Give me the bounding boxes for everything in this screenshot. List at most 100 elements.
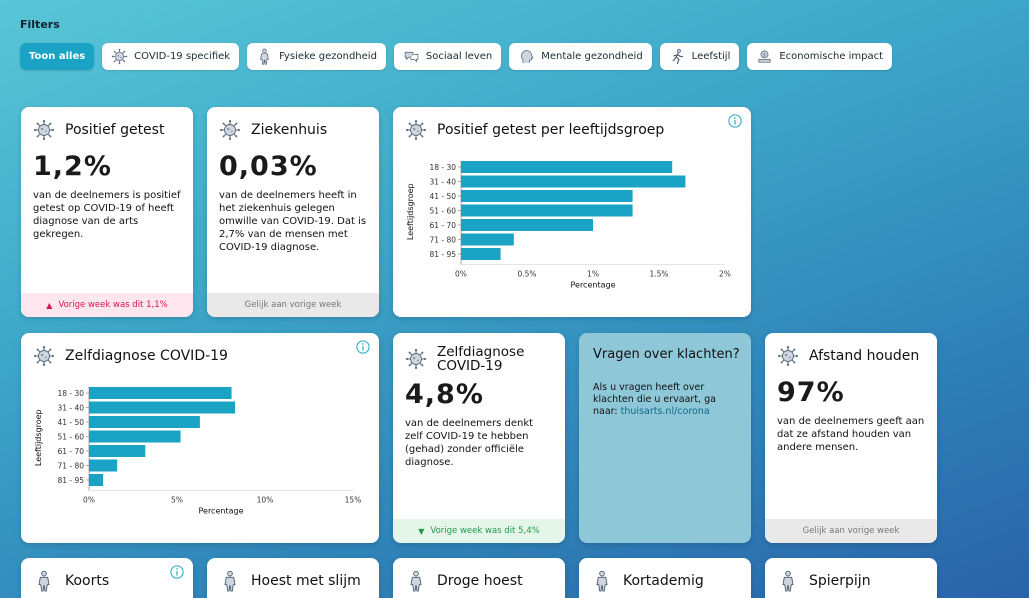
x-tick-label: 1.5% xyxy=(649,270,668,279)
trend-footer: Gelijk aan vorige week xyxy=(765,519,937,543)
filter-covid[interactable]: COVID-19 specifiek xyxy=(102,43,240,70)
y-tick-label: 18 - 30 xyxy=(429,163,456,172)
x-tick-label: 0.5% xyxy=(517,270,536,279)
body-icon xyxy=(33,570,55,592)
runner-icon xyxy=(672,48,683,65)
info-icon[interactable] xyxy=(356,340,370,354)
card-zelfdiagnose: Zelfdiagnose COVID-19 4,8% van de deelnem… xyxy=(393,333,565,543)
bar xyxy=(89,474,104,486)
card-koorts: Koorts xyxy=(21,558,193,598)
bar xyxy=(461,190,633,202)
filter-bar: Toon alles COVID-19 specifiek Fysieke ge… xyxy=(20,43,893,70)
card-afstand: Afstand houden 97% van de deelnemers gee… xyxy=(765,333,937,543)
y-tick-label: 71 - 80 xyxy=(429,236,456,245)
bar xyxy=(89,430,181,443)
trend-text: Gelijk aan vorige week xyxy=(244,300,342,310)
x-tick-label: 15% xyxy=(345,496,362,505)
filter-economisch[interactable]: $ Economische impact xyxy=(747,43,893,70)
bar xyxy=(461,219,593,231)
stat-value: 4,8% xyxy=(405,379,484,410)
y-tick-label: 41 - 50 xyxy=(57,418,84,427)
card-title: Vragen over klachten? xyxy=(593,347,740,362)
y-tick-label: 41 - 50 xyxy=(429,192,456,201)
filter-label: Sociaal leven xyxy=(425,51,493,62)
virus-icon xyxy=(405,119,427,141)
card-hoest-slijm: Hoest met slijm xyxy=(207,558,379,598)
card-ziekenhuis: Ziekenhuis 0,03% van de deelnemers heeft… xyxy=(207,107,379,317)
virus-icon xyxy=(33,119,55,141)
card-title: Ziekenhuis xyxy=(251,122,328,138)
filter-label: Toon alles xyxy=(29,51,86,62)
help-text: Als u vragen heeft over klachten die u e… xyxy=(579,362,751,418)
x-tick-label: 5% xyxy=(171,496,183,505)
age-bar-chart: 18 - 30 31 - 40 41 - 50 51 - 60 61 - 70 71 - … xyxy=(34,387,362,516)
card-title: Zelfdiagnose COVID-19 xyxy=(437,345,524,373)
y-tick-label: 81 - 95 xyxy=(429,250,456,259)
y-tick-label: 71 - 80 xyxy=(57,462,84,471)
bar xyxy=(89,459,118,472)
filter-label: Fysieke gezondheid xyxy=(279,51,377,62)
x-tick-label: 0% xyxy=(83,496,95,505)
card-droge-hoest: Droge hoest xyxy=(393,558,565,598)
bar xyxy=(461,175,686,188)
body-icon xyxy=(256,48,273,65)
trend-footer: ▼ Vorige week was dit 5,4% xyxy=(393,519,565,543)
x-tick-label: 0% xyxy=(455,270,467,279)
card-vragen: Vragen over klachten? Als u vragen heeft… xyxy=(579,333,751,543)
virus-icon xyxy=(219,119,241,141)
x-axis-label: Percentage xyxy=(198,507,243,516)
y-tick-label: 18 - 30 xyxy=(57,389,84,398)
filter-leefstijl[interactable]: Leefstijl xyxy=(659,43,740,70)
body-icon xyxy=(591,570,613,592)
filter-mentaal[interactable]: Mentale gezondheid xyxy=(509,43,652,70)
speech-bubbles-icon xyxy=(404,51,419,63)
card-title: Afstand houden xyxy=(809,348,920,364)
title-line: COVID-19 xyxy=(437,358,503,374)
filter-label: COVID-19 specifiek xyxy=(134,51,231,62)
virus-icon xyxy=(33,345,55,367)
bar xyxy=(89,387,232,399)
card-title: Positief getest per leeftijdsgroep xyxy=(437,122,665,138)
money-icon: $ xyxy=(758,50,771,63)
card-title: Droge hoest xyxy=(437,573,523,589)
x-tick-label: 2% xyxy=(719,270,731,279)
virus-icon xyxy=(405,348,427,370)
filters-title: Filters xyxy=(20,18,60,31)
card-title: Koorts xyxy=(65,573,110,589)
bar xyxy=(461,233,514,246)
y-tick-label: 81 - 95 xyxy=(57,476,84,485)
y-tick-label: 61 - 70 xyxy=(57,447,84,456)
filter-sociaal[interactable]: Sociaal leven xyxy=(393,43,502,70)
card-positief-getest: Positief getest 1,2% van de deelnemers i… xyxy=(21,107,193,317)
x-axis-label: Percentage xyxy=(570,281,615,290)
x-tick-label: 10% xyxy=(257,496,274,505)
stat-description: van de deelnemers geeft aan dat ze afsta… xyxy=(777,416,925,453)
body-icon xyxy=(777,570,799,592)
thuisarts-link[interactable]: thuisarts.nl/corona xyxy=(621,406,710,417)
bar xyxy=(461,204,633,217)
filter-toon-alles[interactable]: Toon alles xyxy=(20,43,95,70)
info-icon[interactable] xyxy=(728,114,742,128)
trend-footer: Gelijk aan vorige week xyxy=(207,293,379,317)
info-icon[interactable] xyxy=(170,565,184,579)
filter-fysiek[interactable]: Fysieke gezondheid xyxy=(247,43,386,70)
body-icon xyxy=(219,570,241,592)
y-tick-label: 61 - 70 xyxy=(429,221,456,230)
filter-label: Economische impact xyxy=(779,51,884,62)
stat-value: 97% xyxy=(777,377,845,408)
down-triangle-icon: ▼ xyxy=(418,526,425,536)
virus-icon xyxy=(111,48,128,65)
card-title: Zelfdiagnose COVID-19 xyxy=(65,348,228,364)
stat-description: van de deelnemers heeft in het ziekenhui… xyxy=(219,190,367,253)
card-title: Spierpijn xyxy=(809,573,871,589)
y-tick-label: 31 - 40 xyxy=(429,178,456,187)
card-positief-leeftijd: Positief getest per leeftijdsgroep 18 - … xyxy=(393,107,751,317)
head-icon xyxy=(521,50,534,63)
up-triangle-icon: ▲ xyxy=(46,300,53,310)
trend-text: Gelijk aan vorige week xyxy=(802,526,900,536)
card-title: Hoest met slijm xyxy=(251,573,361,589)
filter-label: Leefstijl xyxy=(691,51,731,62)
trend-text: Vorige week was dit 5,4% xyxy=(430,526,540,536)
y-tick-label: 51 - 60 xyxy=(57,433,84,442)
y-axis-label: Leeftijdsgroep xyxy=(34,409,43,466)
